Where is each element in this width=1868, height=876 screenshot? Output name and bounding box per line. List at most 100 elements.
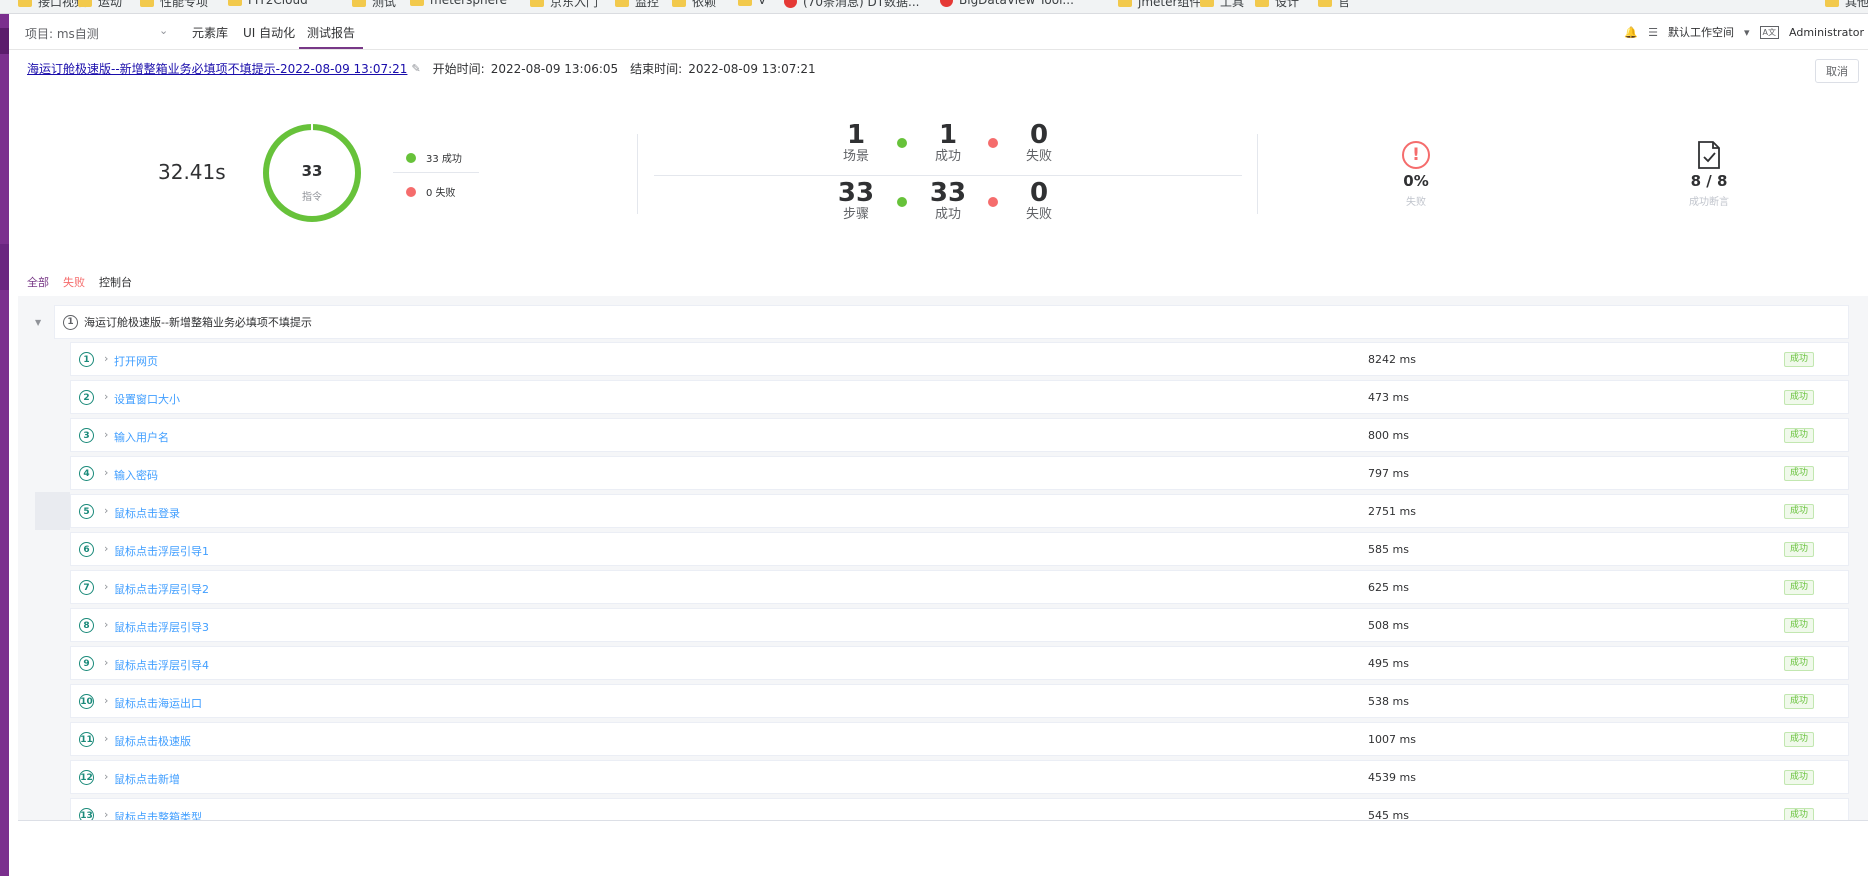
step-fail-label: 失败 bbox=[1025, 207, 1052, 222]
bookmark-item[interactable]: BigDataView Tool... bbox=[940, 0, 1074, 7]
bookmark-item[interactable]: 工具 bbox=[1200, 0, 1244, 10]
chevron-right-icon[interactable]: › bbox=[104, 542, 108, 555]
user-name[interactable]: Administrator bbox=[1789, 26, 1864, 39]
status-badge: 成功 bbox=[1784, 580, 1815, 595]
top-navigation: 项目: ms自测 ⌄ 元素库 UI 自动化 测试报告 🔔 ☰ 默认工作空间 ▾ … bbox=[9, 14, 1868, 50]
edit-icon[interactable]: ✎ bbox=[411, 62, 420, 75]
step-row[interactable]: 1 › 打开网页 8242 ms 成功 bbox=[70, 342, 1849, 376]
bell-icon[interactable]: 🔔 bbox=[1624, 26, 1638, 39]
chevron-down-icon[interactable]: ⌄ bbox=[159, 24, 168, 37]
project-selector[interactable]: 项目: ms自测 bbox=[25, 25, 99, 42]
summary-divider-left bbox=[637, 134, 638, 214]
chevron-right-icon[interactable]: › bbox=[104, 390, 108, 403]
bookmark-item[interactable]: FIT2Cloud bbox=[228, 0, 308, 7]
bookmark-item[interactable]: 监控 bbox=[615, 0, 659, 10]
chevron-right-icon[interactable]: › bbox=[104, 352, 108, 365]
step-duration: 473 ms bbox=[1368, 391, 1409, 404]
exclamation-circle-icon: ! bbox=[1402, 141, 1430, 169]
page-icon bbox=[940, 0, 953, 7]
chevron-right-icon[interactable]: › bbox=[104, 466, 108, 479]
chevron-right-icon[interactable]: › bbox=[104, 808, 108, 820]
legend-success-label: 33 成功 bbox=[426, 154, 462, 165]
folder-icon bbox=[1825, 0, 1839, 7]
step-row[interactable]: 11 › 鼠标点击极速版 1007 ms 成功 bbox=[70, 722, 1849, 756]
language-icon[interactable]: A文 bbox=[1759, 25, 1779, 39]
chevron-right-icon[interactable]: › bbox=[104, 428, 108, 441]
step-index: 12 bbox=[79, 770, 94, 785]
chevron-right-icon[interactable]: › bbox=[104, 580, 108, 593]
bookmark-label: V bbox=[758, 0, 767, 7]
summary-divider-middle bbox=[654, 175, 1242, 176]
caret-down-icon[interactable]: ▼ bbox=[35, 318, 41, 327]
start-time-label: 开始时间: bbox=[432, 62, 485, 76]
step-fail: 0 bbox=[1029, 178, 1049, 208]
step-row[interactable]: 5 › 鼠标点击登录 2751 ms 成功 bbox=[70, 494, 1849, 528]
step-row[interactable]: 6 › 鼠标点击浮层引导1 585 ms 成功 bbox=[70, 532, 1849, 566]
sidebar-marker[interactable] bbox=[0, 28, 9, 54]
step-name[interactable]: 鼠标点击浮层引导4 bbox=[114, 657, 209, 673]
status-badge: 成功 bbox=[1784, 618, 1815, 633]
chevron-right-icon[interactable]: › bbox=[104, 618, 108, 631]
step-name[interactable]: 输入用户名 bbox=[114, 429, 169, 445]
step-name[interactable]: 鼠标点击极速版 bbox=[114, 733, 191, 749]
step-row[interactable]: 10 › 鼠标点击海运出口 538 ms 成功 bbox=[70, 684, 1849, 718]
sidebar-marker-2[interactable] bbox=[0, 244, 9, 290]
step-name[interactable]: 鼠标点击浮层引导3 bbox=[114, 619, 209, 635]
summary-divider-right bbox=[1257, 134, 1258, 214]
bookmark-item[interactable]: 官 bbox=[1318, 0, 1350, 10]
nav-ui-automation[interactable]: UI 自动化 bbox=[243, 24, 295, 41]
step-name[interactable]: 鼠标点击海运出口 bbox=[114, 695, 202, 711]
bookmark-item[interactable]: 依赖 bbox=[672, 0, 716, 10]
step-row[interactable]: 7 › 鼠标点击浮层引导2 625 ms 成功 bbox=[70, 570, 1849, 604]
report-header: 海运订舱极速版--新增整箱业务必填项不填提示-2022-08-09 13:07:… bbox=[27, 60, 816, 77]
bookmark-item[interactable]: 设计 bbox=[1255, 0, 1299, 10]
step-row[interactable]: 13 › 鼠标点击整箱类型 545 ms 成功 bbox=[70, 798, 1849, 820]
list-icon[interactable]: ☰ bbox=[1648, 26, 1658, 39]
step-duration: 8242 ms bbox=[1368, 353, 1416, 366]
step-index: 4 bbox=[79, 466, 94, 481]
bookmark-item[interactable]: metersphere bbox=[410, 0, 507, 7]
bookmark-item[interactable]: jmeter组件 bbox=[1118, 0, 1201, 10]
chevron-right-icon[interactable]: › bbox=[104, 504, 108, 517]
step-name[interactable]: 鼠标点击登录 bbox=[114, 505, 180, 521]
step-name[interactable]: 鼠标点击新增 bbox=[114, 771, 180, 787]
header-tools: 🔔 ☰ 默认工作空间 ▾ A文 Administrator bbox=[1624, 24, 1864, 40]
step-name[interactable]: 打开网页 bbox=[114, 353, 158, 369]
step-name[interactable]: 鼠标点击整箱类型 bbox=[114, 809, 202, 820]
bookmark-item[interactable]: 接口视频 bbox=[18, 0, 86, 10]
scenario-row[interactable]: ▼ 1 海运订舱极速版--新增整箱业务必填项不填提示 bbox=[35, 305, 1849, 339]
folder-icon bbox=[1318, 0, 1332, 7]
step-name[interactable]: 设置窗口大小 bbox=[114, 391, 180, 407]
nav-element-library[interactable]: 元素库 bbox=[192, 24, 228, 41]
step-duration: 625 ms bbox=[1368, 581, 1409, 594]
report-title[interactable]: 海运订舱极速版--新增整箱业务必填项不填提示-2022-08-09 13:07:… bbox=[27, 60, 407, 77]
caret-down-icon[interactable]: ▾ bbox=[1744, 26, 1750, 39]
step-row[interactable]: 4 › 输入密码 797 ms 成功 bbox=[70, 456, 1849, 490]
bookmark-item[interactable]: 其他 bbox=[1825, 0, 1868, 10]
scenario-fail-stat: 0 失败 bbox=[1009, 121, 1069, 165]
bookmark-item[interactable]: (70条消息) DT数据... bbox=[784, 0, 919, 10]
chevron-right-icon[interactable]: › bbox=[104, 770, 108, 783]
tree-bottom-border bbox=[18, 820, 1868, 821]
step-row[interactable]: 2 › 设置窗口大小 473 ms 成功 bbox=[70, 380, 1849, 414]
nav-test-report[interactable]: 测试报告 bbox=[307, 24, 355, 41]
step-row[interactable]: 9 › 鼠标点击浮层引导4 495 ms 成功 bbox=[70, 646, 1849, 680]
bookmark-item[interactable]: 性能专项 bbox=[140, 0, 208, 10]
step-row[interactable]: 3 › 输入用户名 800 ms 成功 bbox=[70, 418, 1849, 452]
cancel-button[interactable]: 取消 bbox=[1815, 59, 1859, 83]
step-row[interactable]: 12 › 鼠标点击新增 4539 ms 成功 bbox=[70, 760, 1849, 794]
step-index: 10 bbox=[79, 694, 94, 709]
step-row[interactable]: 8 › 鼠标点击浮层引导3 508 ms 成功 bbox=[70, 608, 1849, 642]
step-name[interactable]: 鼠标点击浮层引导2 bbox=[114, 581, 209, 597]
chevron-right-icon[interactable]: › bbox=[104, 732, 108, 745]
bookmark-item[interactable]: 京东入门 bbox=[530, 0, 598, 10]
chevron-right-icon[interactable]: › bbox=[104, 656, 108, 669]
workspace-selector[interactable]: 默认工作空间 bbox=[1668, 24, 1734, 40]
chevron-right-icon[interactable]: › bbox=[104, 694, 108, 707]
bookmark-item[interactable]: 测试 bbox=[352, 0, 396, 10]
fail-rate-label: 失败 bbox=[1406, 197, 1426, 208]
bookmark-item[interactable]: 运动 bbox=[78, 0, 122, 10]
step-name[interactable]: 鼠标点击浮层引导1 bbox=[114, 543, 209, 559]
bookmark-item[interactable]: V bbox=[738, 0, 766, 7]
step-name[interactable]: 输入密码 bbox=[114, 467, 158, 483]
